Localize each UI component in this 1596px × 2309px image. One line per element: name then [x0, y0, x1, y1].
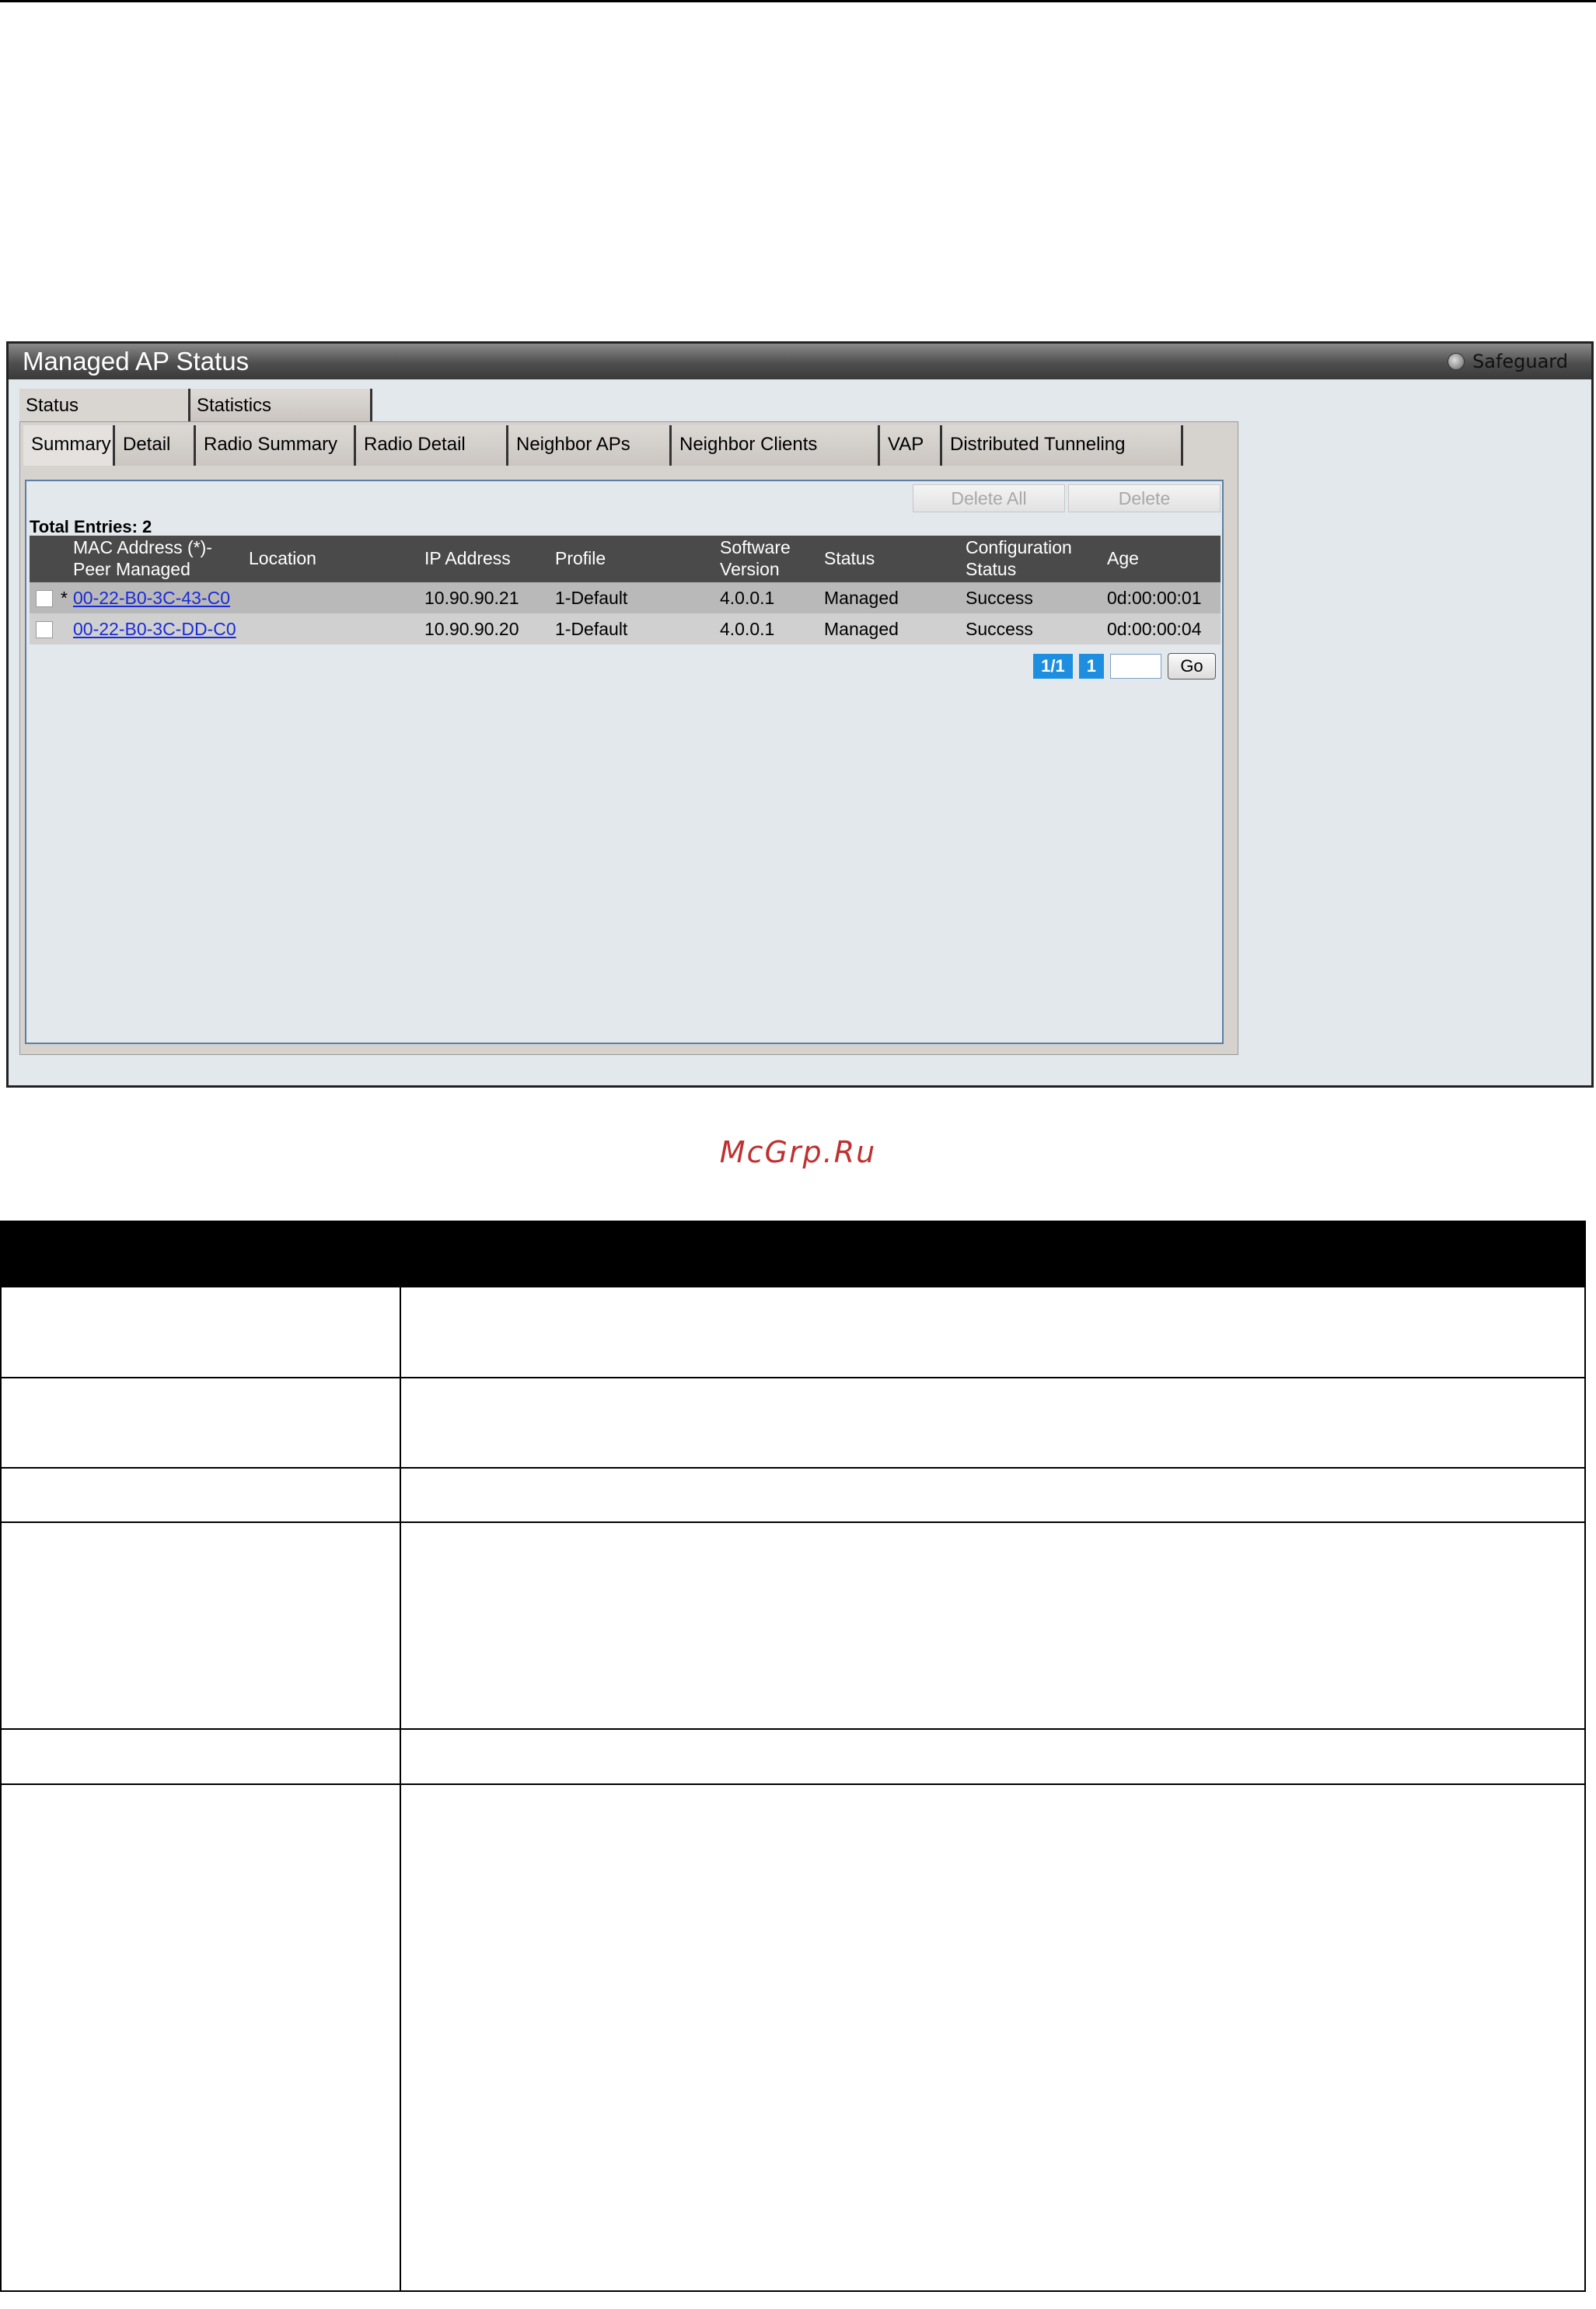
col-config-line1: Configuration: [966, 537, 1072, 557]
table-row: * 00-22-B0-3C-43-C0 10.90.90.21 1-Defaul…: [30, 582, 1221, 613]
table-row: [0, 1467, 1586, 1523]
safeguard-button[interactable]: Safeguard: [1448, 351, 1568, 372]
tab-status[interactable]: Status: [19, 389, 190, 423]
tab-radio-detail[interactable]: Radio Detail: [356, 425, 508, 466]
profile-cell: 1-Default: [555, 619, 628, 639]
table-row: [0, 1377, 1586, 1469]
table-header: [0, 1221, 1586, 1287]
description-table: [0, 1221, 1586, 2292]
software-cell: 4.0.0.1: [720, 619, 775, 639]
managed-ap-status-window: Managed AP Status Safeguard Status Stati…: [6, 341, 1594, 1088]
status-cell: Managed: [824, 619, 899, 639]
table-header: MAC Address (*)- Peer Managed Location I…: [30, 536, 1221, 582]
col-ip-address: IP Address: [424, 548, 511, 568]
safeguard-label: Safeguard: [1472, 351, 1568, 372]
table-row: [0, 1783, 1586, 2292]
col-mac-line2: Peer Managed: [73, 559, 190, 579]
window-title-bar: Managed AP Status Safeguard: [9, 344, 1591, 379]
watermark: McGrp.Ru: [719, 1135, 877, 1169]
mac-address-link[interactable]: 00-22-B0-3C-DD-C0: [73, 613, 236, 644]
safeguard-icon: [1448, 353, 1465, 370]
inner-tab-bar: Summary Detail Radio Summary Radio Detai…: [23, 425, 1183, 466]
tab-summary[interactable]: Summary: [23, 425, 115, 466]
delete-all-button[interactable]: Delete All: [913, 484, 1065, 512]
tab-detail[interactable]: Detail: [115, 425, 196, 466]
col-profile: Profile: [555, 548, 606, 568]
tab-neighbor-aps[interactable]: Neighbor APs: [508, 425, 672, 466]
total-entries: Total Entries: 2: [30, 517, 152, 536]
col-software-line1: Software: [720, 537, 791, 557]
tab-neighbor-clients[interactable]: Neighbor Clients: [672, 425, 880, 466]
row-checkbox[interactable]: [36, 590, 53, 607]
pagination: 1/1 1 Go: [1033, 652, 1216, 680]
go-button[interactable]: Go: [1168, 653, 1216, 679]
page-1-button[interactable]: 1: [1078, 654, 1104, 679]
config-status-cell: Success: [966, 619, 1033, 639]
tab-radio-summary[interactable]: Radio Summary: [196, 425, 356, 466]
peer-managed-marker: *: [61, 588, 68, 608]
delete-button[interactable]: Delete: [1068, 484, 1221, 512]
status-tab-panel: Summary Detail Radio Summary Radio Detai…: [19, 421, 1238, 1055]
goto-page-input[interactable]: [1110, 654, 1161, 679]
tab-statistics[interactable]: Statistics: [190, 389, 372, 423]
outer-tab-bar: Status Statistics: [19, 389, 372, 423]
ap-table: MAC Address (*)- Peer Managed Location I…: [30, 536, 1221, 644]
status-cell: Managed: [824, 588, 899, 608]
page-of-indicator: 1/1: [1033, 654, 1073, 679]
age-cell: 0d:00:00:01: [1107, 588, 1202, 608]
top-rule: [0, 0, 1596, 2]
tab-vap[interactable]: VAP: [880, 425, 942, 466]
table-row: [0, 1521, 1586, 1730]
col-age: Age: [1107, 548, 1139, 568]
row-checkbox[interactable]: [36, 621, 53, 638]
window-title: Managed AP Status: [23, 347, 250, 376]
col-status: Status: [824, 548, 875, 568]
col-mac-line1: MAC Address (*)-: [73, 537, 212, 557]
table-row: 00-22-B0-3C-DD-C0 10.90.90.20 1-Default …: [30, 613, 1221, 644]
ip-cell: 10.90.90.20: [424, 619, 519, 639]
age-cell: 0d:00:00:04: [1107, 619, 1202, 639]
tab-distributed-tunneling[interactable]: Distributed Tunneling: [942, 425, 1183, 466]
mac-address-link[interactable]: 00-22-B0-3C-43-C0: [73, 582, 230, 613]
config-status-cell: Success: [966, 588, 1033, 608]
summary-content: Delete All Delete Total Entries: 2 MAC A…: [25, 480, 1224, 1044]
profile-cell: 1-Default: [555, 588, 628, 608]
col-location: Location: [249, 548, 316, 568]
table-row: [0, 1286, 1586, 1378]
software-cell: 4.0.0.1: [720, 588, 775, 608]
ip-cell: 10.90.90.21: [424, 588, 519, 608]
table-row: [0, 1728, 1586, 1785]
col-config-line2: Status: [966, 559, 1017, 579]
col-software-line2: Version: [720, 559, 780, 579]
